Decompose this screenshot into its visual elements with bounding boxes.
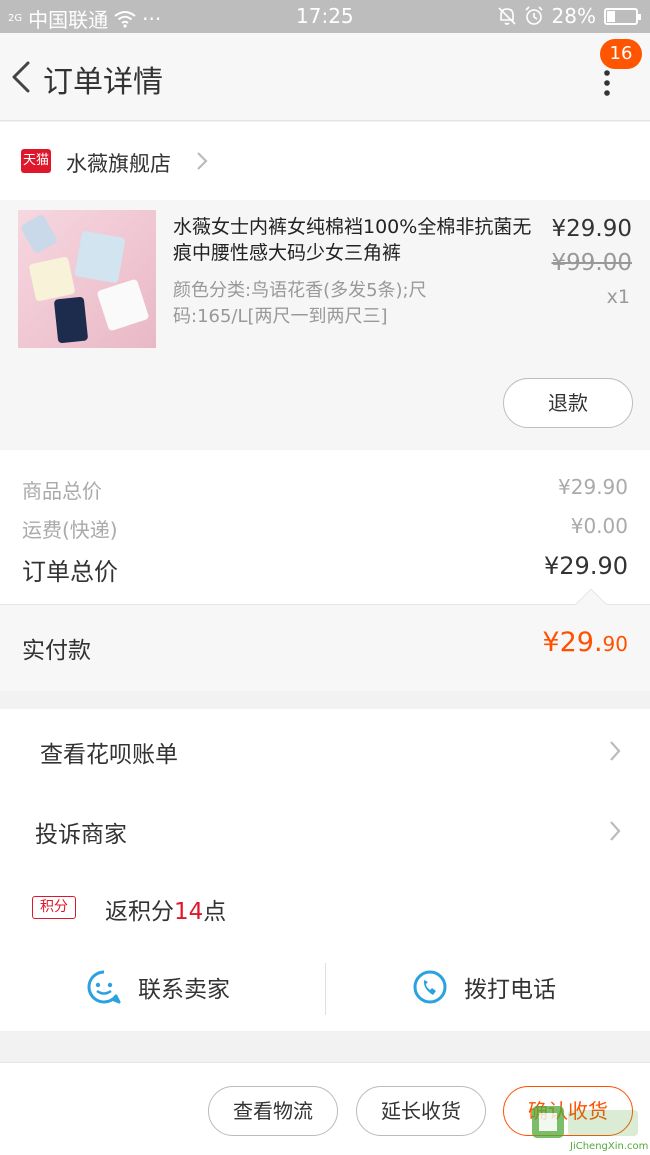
mute-icon bbox=[497, 7, 516, 25]
wifi-icon bbox=[114, 10, 136, 28]
contact-seller-button[interactable]: 联系卖家 bbox=[86, 959, 230, 1015]
order-total-row: 订单总价 ¥29.90 bbox=[22, 552, 628, 587]
huabei-bill-label: 查看花呗账单 bbox=[40, 742, 178, 768]
battery-icon bbox=[604, 7, 641, 25]
points-text: 返积分14点 bbox=[105, 892, 226, 926]
refund-button[interactable]: 退款 bbox=[503, 378, 633, 428]
battery-percent: 28% bbox=[551, 4, 596, 28]
phone-icon bbox=[413, 970, 447, 1004]
chevron-right-icon bbox=[610, 821, 621, 841]
paid-amount: ¥29.90 bbox=[542, 627, 628, 658]
shop-name[interactable]: 水薇旗舰店 bbox=[66, 148, 171, 178]
goods-total-row: 商品总价 ¥29.90 bbox=[22, 475, 628, 504]
points-value: 14 bbox=[174, 899, 204, 925]
carrier-name: 中国联通 bbox=[28, 8, 109, 32]
shipping-row: 运费(快递) ¥0.00 bbox=[22, 514, 628, 543]
divider bbox=[325, 963, 326, 1015]
status-bar: 2G 中国联通 ··· 17:25 28% bbox=[0, 0, 650, 33]
product-thumbnail[interactable] bbox=[18, 210, 156, 348]
chat-bubble-icon bbox=[87, 970, 121, 1004]
chevron-right-icon bbox=[610, 741, 621, 761]
signal-indicator: 2G bbox=[8, 12, 23, 24]
product-sku: 颜色分类:鸟语花香(多发5条);尺码:165/L[两尺一到两尺三] bbox=[173, 280, 427, 327]
view-logistics-button[interactable]: 查看物流 bbox=[208, 1086, 338, 1136]
complain-seller-item[interactable]: 投诉商家 bbox=[0, 795, 650, 865]
points-prefix: 返积分 bbox=[105, 899, 174, 925]
paid-amount-main: ¥29. bbox=[542, 627, 603, 658]
chevron-right-icon bbox=[197, 152, 208, 170]
price-summary: 商品总价 ¥29.90 运费(快递) ¥0.00 订单总价 ¥29.90 bbox=[0, 450, 650, 605]
shop-row[interactable]: 天猫 水薇旗舰店 bbox=[0, 122, 650, 200]
call-button[interactable]: 拨打电话 bbox=[412, 959, 556, 1015]
paid-row: 实付款 ¥29.90 bbox=[0, 605, 650, 691]
complain-seller-label: 投诉商家 bbox=[35, 822, 127, 848]
shipping-label: 运费(快递) bbox=[22, 518, 118, 542]
tmall-logo: 天猫 bbox=[21, 149, 51, 173]
extend-receipt-button[interactable]: 延长收货 bbox=[356, 1086, 486, 1136]
message-badge[interactable]: 16 bbox=[600, 39, 642, 69]
watermark-text: JiChengXin.com bbox=[570, 1141, 649, 1152]
top-nav-bar: 订单详情 16 bbox=[0, 33, 650, 121]
goods-total-label: 商品总价 bbox=[22, 479, 102, 503]
product-price: ¥29.90 bbox=[551, 216, 632, 242]
order-total-label: 订单总价 bbox=[22, 558, 118, 586]
back-arrow-icon[interactable] bbox=[10, 61, 32, 93]
more-menu-icon[interactable] bbox=[598, 69, 616, 97]
product-title[interactable]: 水薇女士内裤女纯棉裆100%全棉非抗菌无痕中腰性感大码少女三角裤 bbox=[173, 214, 538, 266]
order-total-value: ¥29.90 bbox=[544, 552, 628, 580]
actions-panel: 查看花呗账单 投诉商家 积分 返积分14点 联系卖家 拨打电话 bbox=[0, 709, 650, 1031]
paid-label: 实付款 bbox=[22, 638, 91, 664]
page-title: 订单详情 bbox=[43, 65, 163, 100]
more-notifications: ··· bbox=[142, 6, 162, 31]
clock: 17:25 bbox=[296, 4, 354, 28]
alarm-icon bbox=[524, 6, 543, 25]
call-label: 拨打电话 bbox=[464, 977, 556, 1003]
product-quantity: x1 bbox=[606, 286, 630, 308]
goods-total-value: ¥29.90 bbox=[558, 475, 628, 499]
points-suffix: 点 bbox=[203, 899, 227, 925]
huabei-bill-item[interactable]: 查看花呗账单 bbox=[0, 715, 650, 785]
contact-seller-label: 联系卖家 bbox=[138, 977, 230, 1003]
points-tag: 积分 bbox=[32, 896, 76, 919]
product-original-price: ¥99.00 bbox=[551, 250, 632, 276]
paid-amount-cents: 90 bbox=[602, 632, 628, 656]
shipping-value: ¥0.00 bbox=[570, 514, 628, 538]
product-item[interactable]: 水薇女士内裤女纯棉裆100%全棉非抗菌无痕中腰性感大码少女三角裤 颜色分类:鸟语… bbox=[0, 200, 650, 450]
